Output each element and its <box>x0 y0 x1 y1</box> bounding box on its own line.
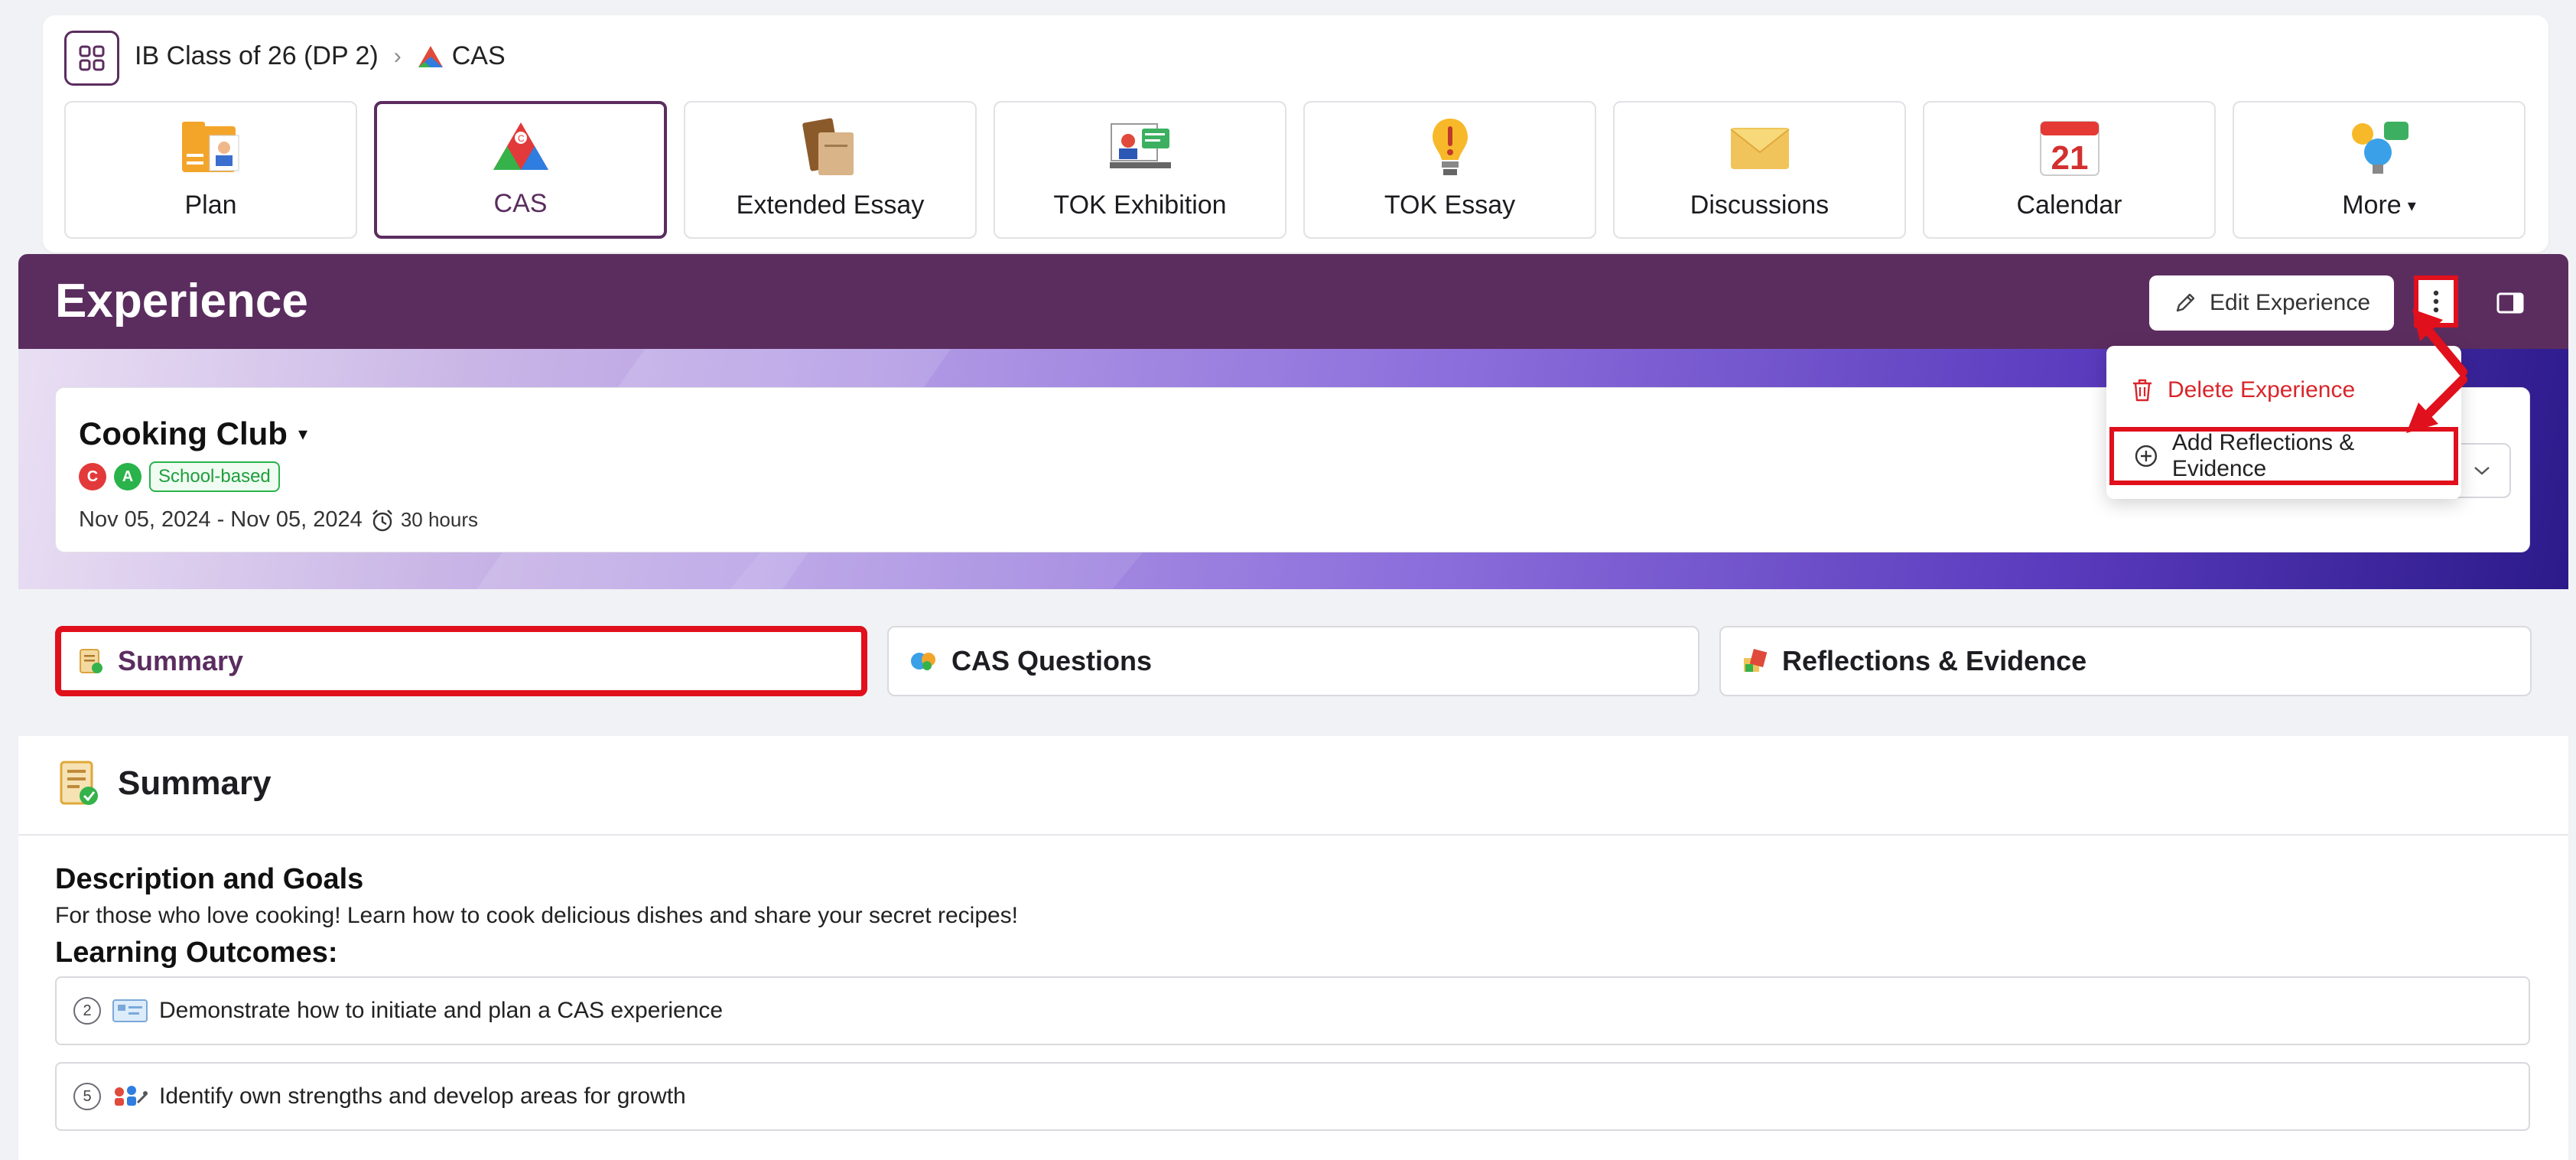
toggle-panel-button[interactable] <box>2495 288 2526 318</box>
experience-tags: C A School-based <box>79 461 280 492</box>
calendar-icon: 21 <box>2038 116 2102 180</box>
tile-tok-essay[interactable]: TOK Essay <box>1303 101 1596 239</box>
breadcrumb-cas[interactable]: CAS <box>417 41 506 71</box>
outcome-number: 2 <box>73 997 101 1025</box>
learning-outcome-item: 2 Demonstrate how to initiate and plan a… <box>55 976 2530 1045</box>
tile-label: Calendar <box>2016 191 2122 220</box>
tile-plan[interactable]: Plan <box>64 101 357 239</box>
chevron-right-icon: › <box>393 43 402 69</box>
cas-icon <box>418 45 443 67</box>
strand-creativity-badge: C <box>79 463 106 490</box>
tab-summary[interactable]: Summary <box>55 626 867 696</box>
caret-down-icon: ▾ <box>2407 195 2416 215</box>
tile-label: TOK Exhibition <box>1053 191 1227 220</box>
hours: 30 hours <box>370 508 478 533</box>
edit-experience-button[interactable]: Edit Experience <box>2149 275 2394 331</box>
summary-icon <box>60 761 98 805</box>
reflections-icon <box>1744 649 1768 672</box>
annotation-arrow <box>2412 309 2467 376</box>
experience-tabs: Summary CAS Questions Reflections & Evid… <box>55 626 2532 696</box>
trash-icon <box>2133 379 2152 402</box>
growth-outcome-icon <box>115 1086 148 1106</box>
strand-activity-badge: A <box>114 463 141 490</box>
summary-section: Summary Description and Goals For those … <box>18 736 2568 1160</box>
tok-exhibition-icon <box>1108 116 1173 180</box>
tab-cas-questions[interactable]: CAS Questions <box>887 626 1699 696</box>
top-nav-card: IB Class of 26 (DP 2) › CAS Plan C CAS E… <box>43 15 2548 253</box>
caret-down-icon: ▾ <box>298 423 308 445</box>
side-panel-icon <box>2496 292 2524 314</box>
tab-reflections-evidence[interactable]: Reflections & Evidence <box>1719 626 2532 696</box>
breadcrumb: IB Class of 26 (DP 2) › CAS <box>135 41 506 71</box>
tile-label: Extended Essay <box>736 191 925 220</box>
plus-circle-icon <box>2135 445 2158 468</box>
school-based-badge: School-based <box>149 461 280 492</box>
pencil-icon <box>2176 293 2195 312</box>
tile-label: CAS <box>493 189 548 218</box>
experience-dates: Nov 05, 2024 - Nov 05, 2024 30 hours <box>79 507 478 533</box>
apps-grid-button[interactable] <box>64 31 119 86</box>
chevron-down-icon <box>2474 467 2490 475</box>
tile-discussions[interactable]: Discussions <box>1613 101 1906 239</box>
summary-icon <box>80 649 102 673</box>
tile-tok-exhibition[interactable]: TOK Exhibition <box>994 101 1286 239</box>
learning-outcome-item: 5 Identify own strengths and develop are… <box>55 1062 2530 1131</box>
breadcrumb-class[interactable]: IB Class of 26 (DP 2) <box>135 41 379 71</box>
cas-questions-icon <box>911 653 935 670</box>
experience-header: Experience Edit Experience <box>18 254 2568 349</box>
svg-text:C: C <box>518 133 525 144</box>
svg-text:21: 21 <box>2051 139 2088 177</box>
tile-label: TOK Essay <box>1384 191 1516 220</box>
more-label: More ▾ <box>2342 191 2416 220</box>
experience-name[interactable]: Cooking Club ▾ <box>79 415 307 452</box>
discussions-icon <box>1728 116 1792 180</box>
tile-more[interactable]: More ▾ <box>2233 101 2526 239</box>
tok-essay-icon <box>1418 116 1482 180</box>
description-text: For those who love cooking! Learn how to… <box>55 903 1019 928</box>
module-tiles: Plan C CAS Extended Essay TOK Exhibition… <box>64 101 2526 239</box>
alarm-clock-icon <box>372 509 392 531</box>
summary-heading: Summary <box>57 759 272 808</box>
annotation-arrow <box>2406 375 2467 433</box>
more-icon <box>2347 116 2412 180</box>
divider <box>18 834 2568 836</box>
cas-icon: C <box>489 114 553 178</box>
tile-cas[interactable]: C CAS <box>374 101 667 239</box>
tile-label: Discussions <box>1690 191 1830 220</box>
learning-outcomes-title: Learning Outcomes: <box>55 937 338 969</box>
description-title: Description and Goals <box>55 863 364 895</box>
plan-icon <box>179 116 243 180</box>
tile-label: Plan <box>184 191 237 220</box>
outcome-number: 5 <box>73 1083 101 1110</box>
plan-outcome-icon <box>112 999 148 1022</box>
grid-icon <box>79 45 105 71</box>
tile-extended-essay[interactable]: Extended Essay <box>684 101 977 239</box>
page-title: Experience <box>55 275 308 327</box>
extended-essay-icon <box>798 116 863 180</box>
tile-calendar[interactable]: 21 Calendar <box>1923 101 2216 239</box>
